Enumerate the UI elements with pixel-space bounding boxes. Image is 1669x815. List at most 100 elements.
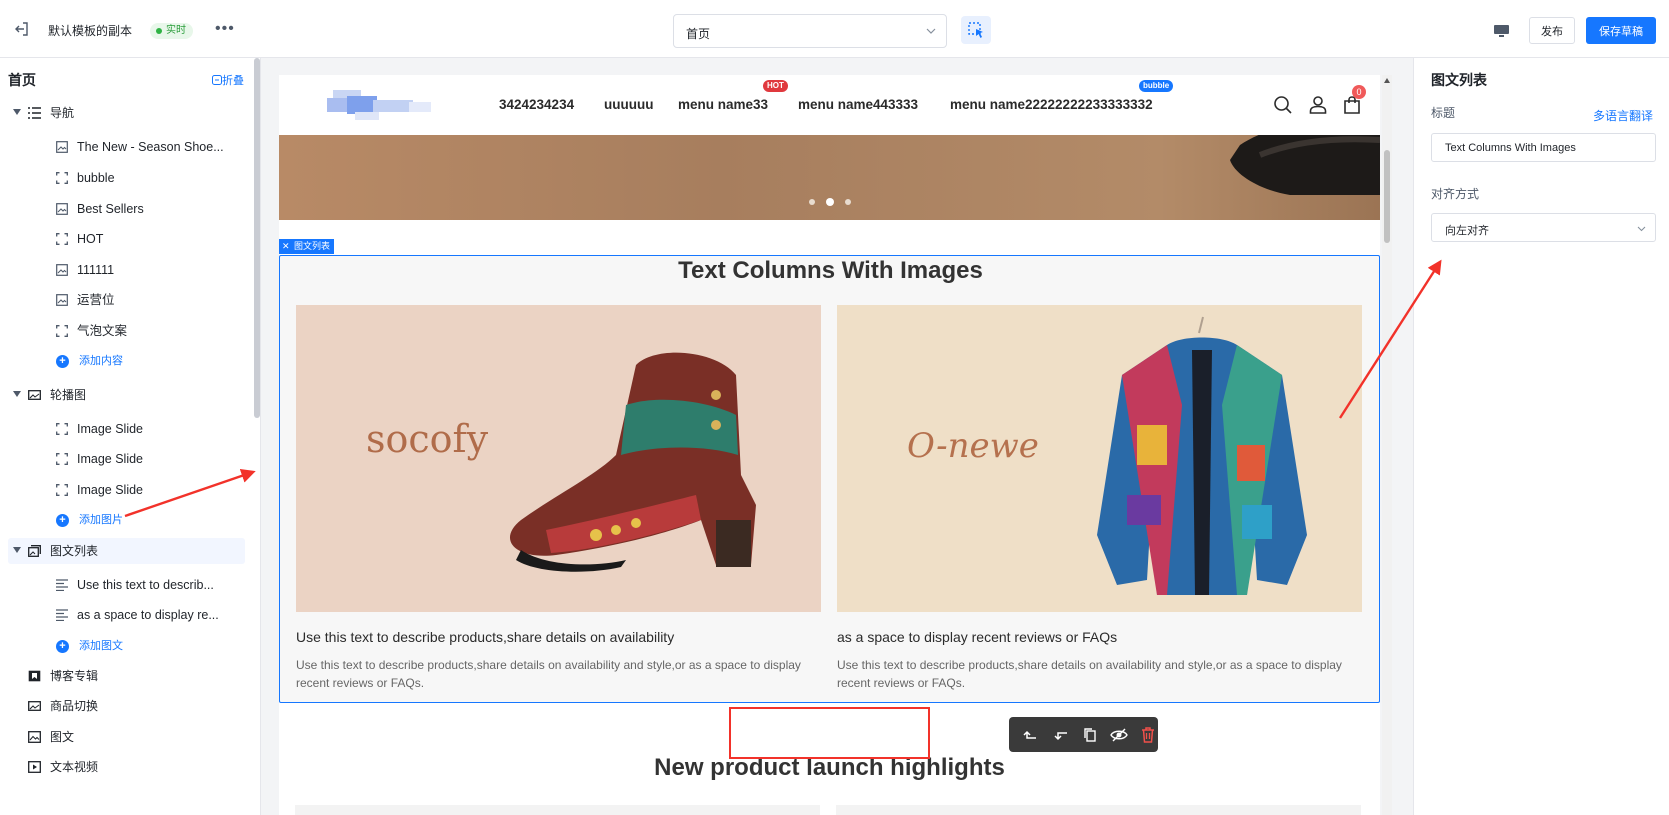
group-label: 图文列表 (50, 544, 99, 558)
column-text: Use this text to describe products,share… (837, 658, 1342, 690)
bookmark-icon (28, 670, 41, 682)
column-heading: as a space to display recent reviews or … (837, 629, 1118, 645)
search-icon[interactable] (1273, 95, 1293, 115)
text-align-left-icon (56, 579, 68, 591)
preview-canvas[interactable]: 3424234234 uuuuuu menu name33 HOT menu n… (279, 75, 1380, 815)
translate-link[interactable]: 多语言翻译 (1593, 107, 1653, 124)
image-icon (28, 731, 41, 743)
section-tag[interactable]: 图文列表 (279, 239, 335, 254)
list-item[interactable]: 气泡文案 (0, 318, 250, 344)
publish-button[interactable]: 发布 (1529, 17, 1575, 44)
element-picker-button[interactable] (961, 16, 991, 44)
add-image-text-button[interactable]: + 添加图文 (0, 633, 250, 659)
next-section-title: New product launch highlights (654, 754, 1005, 781)
item-label: HOT (77, 232, 104, 246)
user-icon[interactable] (1308, 95, 1328, 115)
frame-icon (56, 172, 68, 184)
image-text-icon (28, 545, 41, 557)
delete-icon[interactable] (1139, 726, 1157, 744)
scroll-up-icon[interactable] (1384, 78, 1390, 83)
group-image-text[interactable]: 图文 (0, 724, 250, 750)
scrollbar-thumb[interactable] (1384, 150, 1390, 243)
image-icon (56, 203, 68, 215)
caret-down-icon[interactable] (13, 391, 21, 397)
right-panel: 图文列表 标题 多语言翻译 对齐方式 向左对齐 (1413, 58, 1669, 815)
nav-menu-item[interactable]: menu name443333 (798, 97, 918, 112)
frame-icon (56, 484, 68, 496)
more-icon[interactable]: ••• (215, 20, 235, 38)
carousel-dot[interactable] (845, 199, 851, 205)
desktop-preview-icon[interactable] (1494, 25, 1509, 37)
chevron-down-icon (926, 28, 936, 34)
group-product-switch[interactable]: 商品切换 (0, 693, 250, 719)
carousel-dot-active[interactable] (826, 198, 834, 206)
collapse-label: 折叠 (222, 75, 244, 87)
title-input[interactable] (1431, 133, 1656, 162)
group-nav[interactable]: 导航 (0, 100, 250, 126)
move-down-icon[interactable] (1052, 726, 1070, 744)
move-up-icon[interactable] (1021, 726, 1039, 744)
group-label: 商品切换 (50, 699, 99, 713)
add-content-button[interactable]: + 添加内容 (0, 348, 250, 374)
nav-menu-item[interactable]: menu name33 (678, 97, 768, 112)
save-draft-button[interactable]: 保存草稿 (1586, 17, 1656, 44)
align-select-value: 向左对齐 (1445, 225, 1489, 237)
hide-icon[interactable] (1110, 726, 1128, 744)
group-text-video[interactable]: 文本视频 (0, 754, 250, 780)
add-image-button[interactable]: + 添加图片 (0, 507, 250, 533)
plus-circle-icon: + (56, 640, 69, 653)
item-label: Image Slide (77, 422, 144, 436)
title-field-label: 标题 (1431, 106, 1456, 120)
canvas-scrollbar[interactable] (1382, 75, 1392, 815)
brand-wordmark: socofy (366, 417, 489, 461)
group-label: 博客专辑 (50, 669, 99, 683)
nav-menu-item[interactable]: uuuuuu (604, 97, 653, 112)
item-label: Image Slide (77, 452, 144, 466)
exit-icon[interactable] (14, 21, 30, 37)
list-item[interactable]: 111111 (0, 257, 250, 283)
hero-banner[interactable] (279, 135, 1380, 220)
align-field-label: 对齐方式 (1431, 187, 1480, 201)
top-bar: 默认模板的副本 实时 ••• 首页 发布 保存草稿 (0, 0, 1669, 58)
group-blog-album[interactable]: 博客专辑 (0, 663, 250, 689)
frame-icon (56, 453, 68, 465)
list-item[interactable]: Image Slide (0, 446, 250, 472)
collapse-icon (212, 75, 222, 85)
list-item[interactable]: 运营位 (0, 287, 250, 313)
add-label: 添加内容 (79, 355, 123, 367)
page-select-value: 首页 (686, 27, 711, 41)
banner-shoe-image (1230, 135, 1380, 195)
align-select[interactable]: 向左对齐 (1431, 213, 1656, 242)
left-panel-scrollbar[interactable] (254, 58, 260, 418)
list-item[interactable]: The New - Season Shoe... (0, 134, 250, 160)
column-heading: Use this text to describe products,share… (296, 629, 675, 645)
list-item[interactable]: bubble (0, 165, 250, 191)
caret-down-icon[interactable] (13, 547, 21, 553)
list-item[interactable]: Image Slide (0, 477, 250, 503)
site-header[interactable]: 3424234234 uuuuuu menu name33 HOT menu n… (279, 75, 1380, 135)
group-label: 导航 (50, 106, 75, 120)
text-columns-section[interactable]: Text Columns With Images socofy O-newe U… (279, 255, 1380, 703)
group-slideshow[interactable]: 轮播图 (0, 382, 250, 408)
chevron-down-icon (1637, 226, 1646, 232)
collapse-button[interactable]: 折叠 (212, 72, 244, 88)
carousel-dot[interactable] (809, 199, 815, 205)
cursor-select-icon (968, 22, 983, 38)
nav-menu-item[interactable]: menu name22222222233333332 (950, 97, 1153, 112)
item-label: Best Sellers (77, 202, 144, 216)
cart-count-badge: 0 (1352, 85, 1366, 99)
list-item[interactable]: Use this text to describ... (0, 572, 250, 598)
caret-down-icon[interactable] (13, 109, 21, 115)
copy-icon[interactable] (1081, 726, 1099, 744)
add-label: 添加图文 (79, 640, 123, 652)
list-item[interactable]: Best Sellers (0, 196, 250, 222)
carousel-dots[interactable] (807, 198, 857, 206)
list-item[interactable]: HOT (0, 226, 250, 252)
nav-menu-item[interactable]: 3424234234 (499, 97, 574, 112)
brand-wordmark: O-newe (907, 426, 1039, 466)
page-select[interactable]: 首页 (673, 14, 947, 48)
list-item[interactable]: Image Slide (0, 416, 250, 442)
item-label: 气泡文案 (77, 324, 128, 338)
group-image-text-list[interactable]: 图文列表 (8, 538, 245, 564)
list-item[interactable]: as a space to display re... (0, 602, 250, 628)
